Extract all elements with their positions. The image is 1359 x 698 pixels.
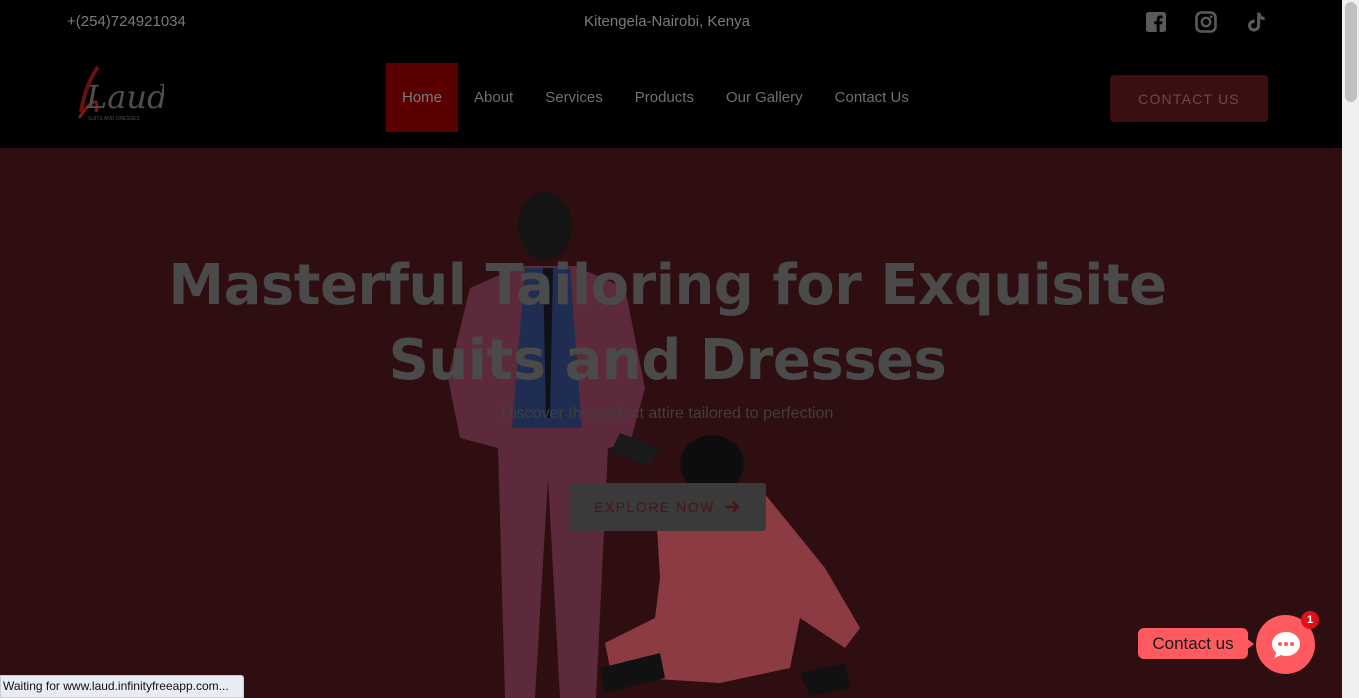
hero-section: Masterful Tailoring for Exquisite Suits …: [0, 148, 1342, 698]
main-nav: Home About Services Products Our Gallery…: [386, 63, 925, 132]
hero-tailoring-image: [448, 192, 860, 698]
nav-item-products[interactable]: Products: [619, 63, 710, 132]
chat-notification-badge: 1: [1301, 611, 1319, 629]
page-scrollbar[interactable]: [1342, 0, 1359, 698]
nav-item-services[interactable]: Services: [529, 63, 619, 132]
nav-item-our-gallery[interactable]: Our Gallery: [710, 63, 819, 132]
browser-status-bar: Waiting for www.laud.infinityfreeapp.com…: [0, 675, 244, 698]
arrow-right-icon: [725, 501, 740, 513]
chat-label[interactable]: Contact us: [1138, 628, 1248, 659]
hero-title: Masterful Tailoring for Exquisite Suits …: [168, 253, 1167, 393]
instagram-icon[interactable]: [1195, 11, 1217, 33]
site-header: Laud SUITS AND DRESSES Home About Servic…: [0, 46, 1342, 148]
phone-number[interactable]: +(254)724921034: [67, 13, 186, 30]
explore-now-button[interactable]: EXPLORE NOW: [569, 483, 766, 531]
svg-text:SUITS AND DRESSES: SUITS AND DRESSES: [88, 116, 140, 122]
facebook-icon[interactable]: [1145, 11, 1167, 33]
contact-us-button[interactable]: CONTACT US: [1110, 75, 1268, 122]
svg-text:Laud: Laud: [85, 78, 164, 116]
laud-logo[interactable]: Laud SUITS AND DRESSES: [76, 64, 164, 126]
nav-item-about[interactable]: About: [458, 63, 529, 132]
nav-item-contact-us[interactable]: Contact Us: [819, 63, 925, 132]
hero-subtitle: Discover the perfect attire tailored to …: [501, 405, 834, 422]
tiktok-icon[interactable]: [1245, 11, 1267, 33]
location-text: Kitengela-Nairobi, Kenya: [584, 13, 750, 30]
chat-bubble-icon: [1271, 631, 1300, 658]
top-info-bar: +(254)724921034 Kitengela-Nairobi, Kenya: [0, 0, 1342, 46]
explore-now-label: EXPLORE NOW: [594, 499, 715, 515]
nav-item-home[interactable]: Home: [386, 63, 459, 132]
chat-label-pointer: [1246, 638, 1254, 650]
scrollbar-thumb[interactable]: [1345, 2, 1357, 102]
page: +(254)724921034 Kitengela-Nairobi, Kenya…: [0, 0, 1359, 698]
